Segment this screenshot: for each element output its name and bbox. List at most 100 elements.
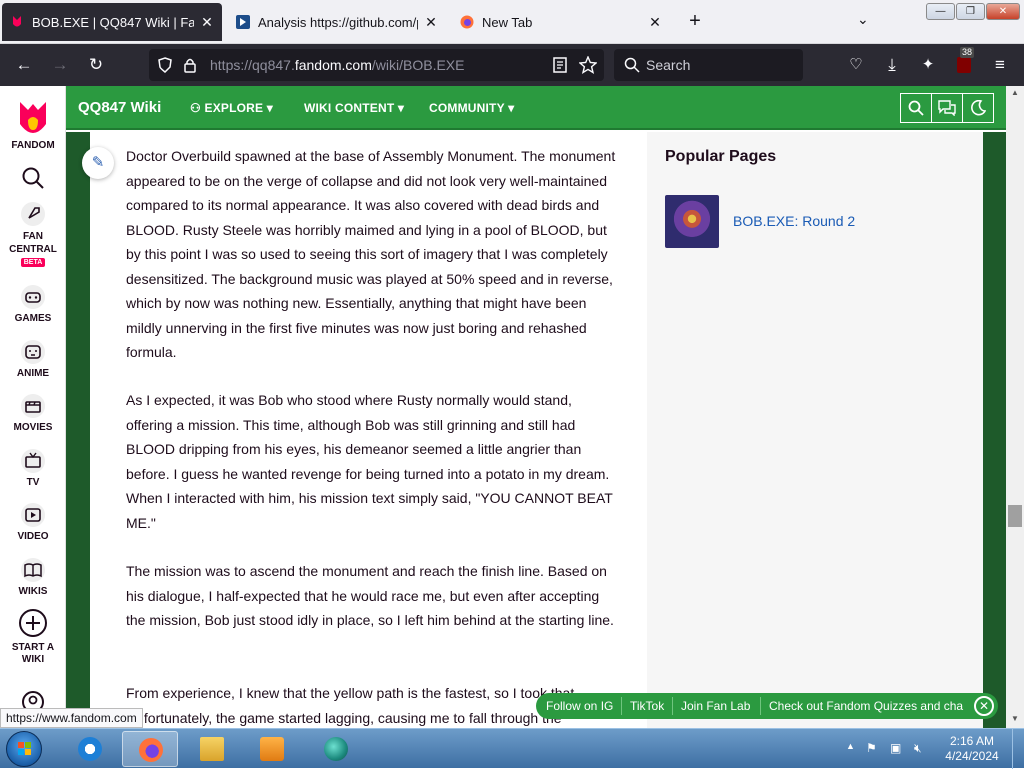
rail-item-movies[interactable]: MOVIES (0, 394, 66, 433)
popular-page-link[interactable]: BOB.EXE: Round 2 (733, 213, 855, 229)
restore-button[interactable]: ❐ (956, 3, 985, 20)
folder-icon (200, 737, 224, 761)
list-all-tabs-chevron-icon[interactable]: ⌄ (857, 11, 869, 28)
anime-face-icon (21, 340, 45, 364)
article-paragraph: The mission was to ascend the monument a… (126, 563, 614, 628)
search-bar[interactable]: Search (614, 49, 803, 81)
extensions-icon[interactable]: ✦ (916, 53, 940, 77)
ublock-extension-icon[interactable]: 38 (952, 47, 976, 77)
beta-badge: BETA (20, 258, 46, 267)
tab-new-tab[interactable]: New Tab ✕ (452, 3, 670, 41)
scroll-down-arrow-icon[interactable]: ▼ (1006, 714, 1024, 723)
discussions-button[interactable] (932, 94, 963, 122)
nav-label: EXPLORE (204, 101, 264, 115)
forward-arrow-icon[interactable]: → (48, 53, 72, 77)
firefox-icon (139, 738, 163, 762)
browser-window: BOB.EXE | QQ847 Wiki | Fandom ✕ Analysis… (0, 0, 1024, 769)
network-icon[interactable]: ▣ (890, 741, 901, 755)
analysis-favicon-icon (236, 15, 250, 29)
url-text[interactable]: https://qq847.fandom.com/wiki/BOB.EXE (210, 57, 464, 73)
tab-analysis[interactable]: Analysis https://github.com/pa ✕ (228, 3, 446, 41)
chevron-down-icon: ▾ (394, 101, 405, 115)
reader-view-icon[interactable] (553, 57, 567, 73)
taskbar-firefox[interactable] (122, 731, 178, 767)
promo-divider (672, 697, 673, 715)
nav-label: COMMUNITY (429, 101, 505, 115)
wiki-search-button[interactable] (901, 94, 932, 122)
volume-muted-icon[interactable]: 🔇︎ (914, 741, 922, 756)
nav-community[interactable]: COMMUNITY ▾ (429, 101, 514, 115)
tab-close-icon[interactable]: ✕ (424, 14, 438, 31)
show-hidden-icons-arrow-icon[interactable]: ▲ (846, 741, 855, 751)
discussions-icon (938, 100, 956, 117)
pocket-icon[interactable]: ♡ (844, 53, 868, 77)
pencil-icon: ✎ (91, 154, 105, 171)
nav-explore[interactable]: ⚇ EXPLORE ▾ (190, 101, 273, 115)
taskbar-app[interactable] (308, 731, 364, 767)
tab-close-icon[interactable]: ✕ (648, 14, 662, 31)
moon-icon (971, 99, 987, 116)
nav-label: WIKI CONTENT (304, 101, 395, 115)
rail-item-anime[interactable]: ANIME (0, 340, 66, 379)
clock-time: 2:16 AM (949, 734, 995, 748)
promo-close-icon[interactable]: ✕ (974, 696, 994, 716)
theme-toggle-button[interactable] (963, 94, 993, 122)
rail-item-video[interactable]: VIDEO (0, 503, 66, 542)
rail-item-start-a-wiki[interactable]: START A WIKI (0, 608, 66, 666)
tab-title: New Tab (482, 14, 533, 30)
show-desktop-button[interactable] (1012, 729, 1024, 769)
promo-join-fan-lab[interactable]: Join Fan Lab (681, 699, 750, 713)
popular-page-thumbnail[interactable] (665, 195, 719, 248)
page-scrollbar[interactable] (1006, 86, 1024, 728)
search-icon (624, 57, 640, 73)
hamburger-menu-icon[interactable]: ≡ (988, 53, 1012, 77)
taskbar-internet-explorer[interactable] (62, 731, 118, 767)
extension-badge: 38 (960, 47, 975, 58)
windows-logo-icon (18, 742, 31, 755)
tab-bob-exe[interactable]: BOB.EXE | QQ847 Wiki | Fandom ✕ (2, 3, 222, 41)
rail-item-games[interactable]: GAMES (0, 285, 66, 324)
window-close-button[interactable]: ✕ (986, 3, 1020, 20)
promo-tiktok[interactable]: TikTok (630, 699, 664, 713)
action-center-flag-icon[interactable]: ⚑ (866, 741, 877, 755)
rail-item-tv[interactable]: TV (0, 449, 66, 488)
scrollbar-thumb[interactable] (1008, 505, 1022, 527)
wiki-name-link[interactable]: QQ847 Wiki (78, 99, 161, 116)
downloads-icon[interactable]: ⤓ (880, 53, 904, 77)
new-tab-button[interactable]: + (686, 10, 704, 33)
rail-item-fan-central[interactable]: FAN CENTRAL BETA (0, 202, 66, 267)
tab-strip: BOB.EXE | QQ847 Wiki | Fandom ✕ Analysis… (0, 0, 1024, 44)
clapperboard-icon (21, 394, 45, 418)
scroll-up-arrow-icon[interactable]: ▲ (1006, 88, 1024, 97)
lock-icon[interactable] (183, 57, 197, 73)
tab-close-icon[interactable]: ✕ (200, 14, 214, 31)
shield-icon[interactable] (157, 57, 173, 73)
nav-wiki-content[interactable]: WIKI CONTENT ▾ (304, 101, 404, 115)
rail-item-wikis[interactable]: WIKIS (0, 558, 66, 597)
search-icon[interactable] (21, 166, 45, 190)
windows-start-button[interactable] (6, 731, 42, 767)
fandom-logo-link[interactable]: FANDOM (0, 96, 66, 151)
play-icon (21, 503, 45, 527)
wiki-header-tools (900, 93, 994, 123)
taskbar-file-explorer[interactable] (184, 731, 240, 767)
system-clock[interactable]: 2:16 AM 4/24/2024 (940, 734, 1004, 764)
promo-fandom-quizzes[interactable]: Check out Fandom Quizzes and cha (769, 699, 969, 713)
minimize-button[interactable]: — (926, 3, 955, 20)
taskbar-media-player[interactable] (244, 731, 300, 767)
fandom-favicon-icon (13, 16, 21, 27)
rail-item-label: WIKIS (18, 586, 48, 597)
social-promo-bar: Follow on IG TikTok Join Fan Lab Check o… (536, 693, 998, 719)
edit-pencil-button[interactable]: ✎ (82, 147, 114, 179)
app-icon (324, 737, 348, 761)
reload-icon[interactable]: ↻ (84, 53, 108, 77)
url-bar[interactable]: https://qq847.fandom.com/wiki/BOB.EXE (149, 49, 604, 81)
url-path: /wiki/BOB.EXE (371, 57, 465, 73)
promo-divider (760, 697, 761, 715)
book-icon (21, 558, 45, 582)
promo-follow-ig[interactable]: Follow on IG (546, 699, 613, 713)
fandom-logo-label: FANDOM (11, 140, 55, 151)
back-arrow-icon[interactable]: ← (12, 53, 36, 77)
bookmark-star-icon[interactable] (579, 56, 597, 74)
rail-item-label: FAN CENTRAL (9, 231, 57, 255)
